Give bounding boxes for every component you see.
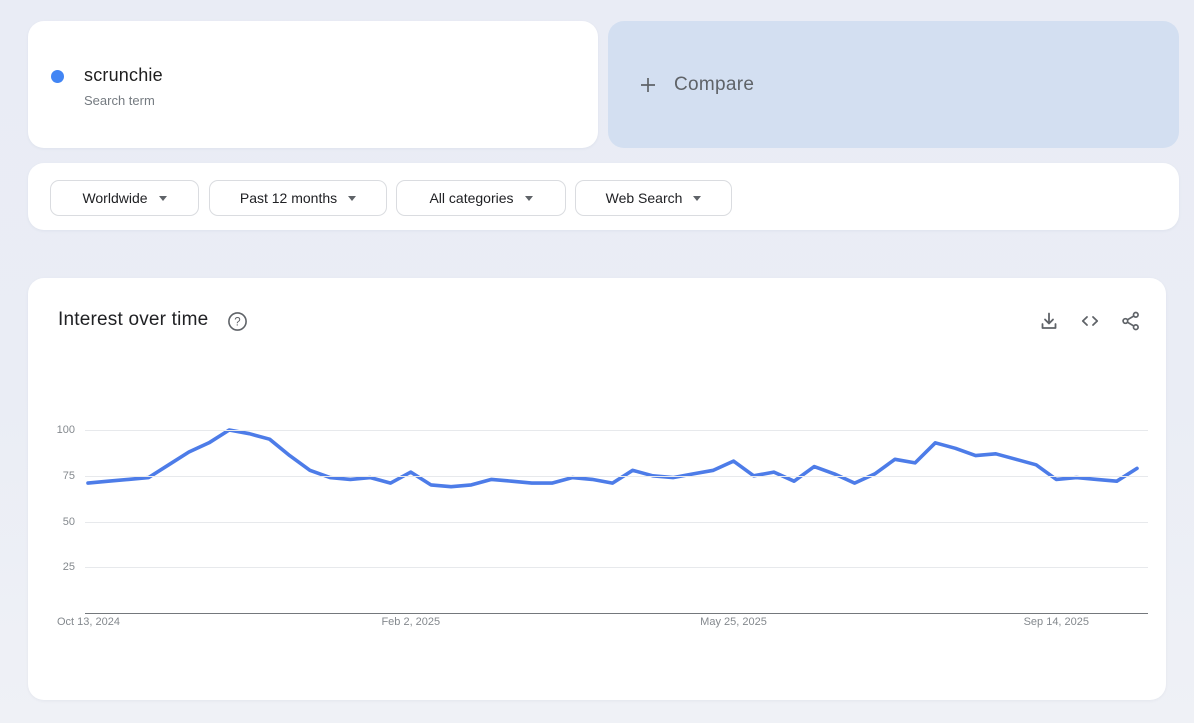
y-axis-label: 100 — [56, 424, 75, 436]
search-term-card[interactable]: scrunchie Search term — [28, 21, 598, 148]
y-axis-label: 50 — [62, 515, 75, 528]
y-axis-label: 25 — [62, 561, 75, 574]
search-term-type: Search term — [84, 93, 155, 108]
chevron-down-icon — [524, 195, 533, 201]
trend-line — [86, 428, 1139, 489]
filter-search-type-dropdown[interactable]: Web Search — [575, 180, 732, 216]
interest-over-time-card: Interest over time ? Oct 13, 2024 Feb 2,… — [28, 278, 1166, 700]
series-color-dot-icon — [51, 70, 64, 83]
filter-region-dropdown[interactable]: Worldwide — [50, 180, 199, 216]
gridline — [85, 430, 1148, 431]
x-axis-label: Feb 2, 2025 — [381, 616, 441, 628]
gridline — [85, 521, 1148, 523]
search-term-label: scrunchie — [84, 65, 163, 85]
chevron-down-icon — [158, 195, 167, 201]
x-axis-label: Sep 14, 2025 — [1023, 616, 1090, 628]
chevron-down-icon — [348, 195, 357, 201]
x-axis-line — [85, 613, 1148, 614]
filter-time-label: Past 12 months — [239, 190, 338, 206]
gridline — [85, 475, 1148, 477]
plus-icon — [641, 77, 655, 92]
x-axis-label: May 25, 2025 — [700, 616, 767, 628]
filter-category-dropdown[interactable]: All categories — [396, 180, 566, 216]
x-axis-label: Oct 13, 2024 — [57, 616, 120, 628]
filter-category-label: All categories — [429, 190, 514, 206]
filter-region-label: Worldwide — [82, 190, 148, 206]
filter-bar: Worldwide Past 12 months All categories … — [28, 163, 1179, 230]
trend-line-svg — [86, 428, 1139, 489]
filter-time-dropdown[interactable]: Past 12 months — [209, 180, 387, 216]
chevron-down-icon — [693, 195, 702, 201]
filter-search-type-label: Web Search — [605, 190, 683, 206]
compare-label: Compare — [674, 73, 755, 95]
interest-chart: Oct 13, 2024 Feb 2, 2025 May 25, 2025 Se… — [28, 278, 1166, 700]
compare-button[interactable]: Compare — [608, 21, 1179, 148]
gridline — [85, 567, 1148, 569]
y-axis-label: 75 — [62, 469, 75, 482]
